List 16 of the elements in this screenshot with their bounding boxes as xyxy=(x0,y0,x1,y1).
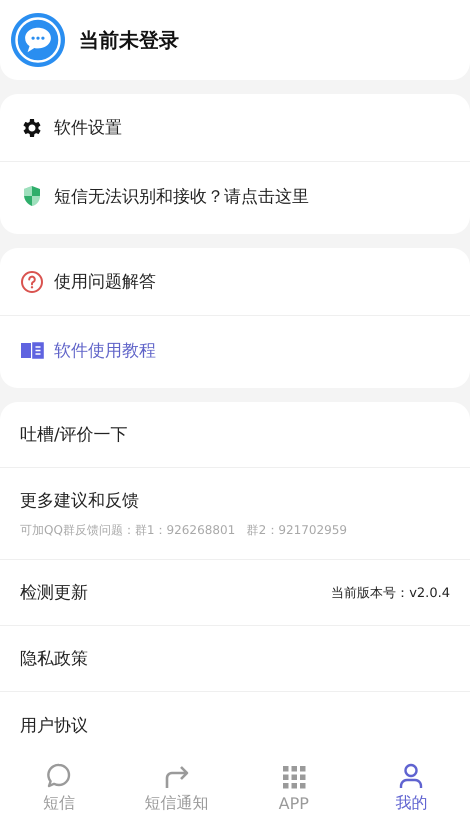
menu-item-label[interactable]: 隐私政策 xyxy=(20,647,88,670)
menu-item[interactable]: 软件设置 xyxy=(0,94,470,162)
menu-item[interactable]: 使用问题解答 xyxy=(0,248,470,316)
version-text: 当前版本号：v2.0.4 xyxy=(331,584,450,602)
help-icon xyxy=(20,270,44,294)
feedback-hint: 可加QQ群反馈问题：群1：926268801 群2：921702959 xyxy=(20,522,348,538)
menu-item-label[interactable]: 用户协议 xyxy=(20,714,88,736)
menu-item-label[interactable]: 检测更新 xyxy=(20,581,88,604)
nav-tab[interactable]: 我的 xyxy=(352,755,470,821)
menu-item-label[interactable]: 更多建议和反馈 xyxy=(20,488,348,512)
chat-logo-icon xyxy=(11,13,65,67)
chat-icon xyxy=(44,762,73,790)
login-status-title: 当前未登录 xyxy=(79,26,179,54)
menu-item[interactable]: 短信无法识别和接收？请点击这里 xyxy=(0,162,470,230)
menu-item[interactable]: 软件使用教程 xyxy=(0,316,470,384)
menu-item-label[interactable]: 吐槽/评价一下 xyxy=(20,423,128,446)
